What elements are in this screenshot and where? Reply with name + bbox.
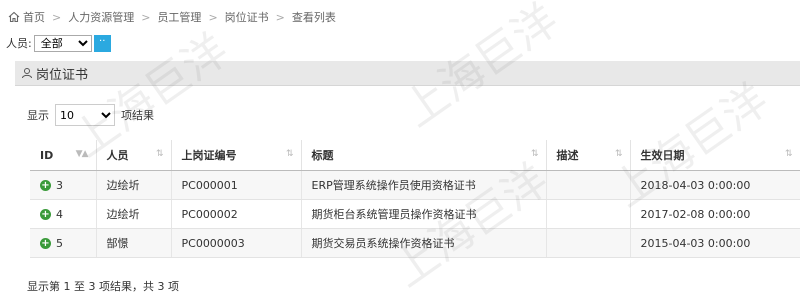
cell-desc xyxy=(546,199,631,229)
cell-person: 郜憬 xyxy=(96,228,172,258)
breadcrumb-separator: > xyxy=(141,10,151,24)
breadcrumb-hr[interactable]: 人力资源管理 xyxy=(68,9,134,25)
cell-title: 期货交易员系统操作资格证书 xyxy=(301,228,547,258)
table-row[interactable]: +5 郜憬 PC0000003 期货交易员系统操作资格证书 2015-04-03… xyxy=(30,228,800,258)
breadcrumb-certificate[interactable]: 岗位证书 xyxy=(225,9,269,25)
person-filter: 人员: 全部 ·· xyxy=(6,34,111,52)
expand-row-icon[interactable]: + xyxy=(40,209,51,220)
cell-id: +3 xyxy=(30,170,97,200)
cell-date: 2018-04-03 0:00:00 xyxy=(630,170,800,200)
column-header-code[interactable]: 上岗证编号 ⇅ xyxy=(171,140,302,171)
sort-desc-icon: ▼▲ xyxy=(75,149,89,159)
column-header-person[interactable]: 人员 ⇅ xyxy=(96,140,172,171)
breadcrumb: 首页 > 人力资源管理 > 员工管理 > 岗位证书 > 查看列表 xyxy=(8,8,336,26)
cell-person: 边绘圻 xyxy=(96,170,172,200)
person-filter-select[interactable]: 全部 xyxy=(33,34,92,52)
breadcrumb-separator: > xyxy=(52,10,62,24)
cell-date: 2017-02-08 0:00:00 xyxy=(630,199,800,229)
filter-search-button[interactable]: ·· xyxy=(93,34,111,52)
cell-id: +4 xyxy=(30,199,97,229)
panel-title: 岗位证书 xyxy=(36,67,89,83)
cell-person: 边绘圻 xyxy=(96,199,172,229)
cell-code: PC000001 xyxy=(171,170,302,200)
sort-icon: ⇅ xyxy=(285,149,293,159)
cell-code: PC000002 xyxy=(171,199,302,229)
person-filter-label: 人员: xyxy=(6,37,32,50)
table-row[interactable]: +3 边绘圻 PC000001 ERP管理系统操作员使用资格证书 2018-04… xyxy=(30,170,800,200)
certificate-table: ID ▼▲ 人员 ⇅ 上岗证编号 ⇅ 标题 ⇅ 描述 ⇅ 生效日期 ⇅ +3 边绘圻 PC0… xyxy=(30,140,800,258)
column-header-title[interactable]: 标题 ⇅ xyxy=(301,140,547,171)
sort-icon: ⇅ xyxy=(530,149,538,159)
sort-icon: ⇅ xyxy=(155,149,163,159)
page-length-select[interactable]: 10 xyxy=(55,104,115,126)
cell-desc xyxy=(546,228,631,258)
cell-title: 期货柜台系统管理员操作资格证书 xyxy=(301,199,547,229)
cell-date: 2015-04-03 0:00:00 xyxy=(630,228,800,258)
sort-icon: ⇅ xyxy=(784,149,792,159)
cell-code: PC0000003 xyxy=(171,228,302,258)
breadcrumb-current: 查看列表 xyxy=(291,11,336,24)
expand-row-icon[interactable]: + xyxy=(40,180,51,191)
column-header-id[interactable]: ID ▼▲ xyxy=(30,140,97,171)
column-header-date[interactable]: 生效日期 ⇅ xyxy=(630,140,800,171)
sort-icon: ⇅ xyxy=(614,149,622,159)
cell-title: ERP管理系统操作员使用资格证书 xyxy=(301,170,547,200)
panel-header: 岗位证书 xyxy=(15,61,800,86)
expand-row-icon[interactable]: + xyxy=(40,238,51,249)
breadcrumb-employee[interactable]: 员工管理 xyxy=(157,9,201,25)
breadcrumb-separator: > xyxy=(275,10,285,24)
page-length-prefix: 显示 xyxy=(27,109,49,122)
table-info: 显示第 1 至 3 项结果，共 3 项 xyxy=(27,280,179,293)
cell-id: +5 xyxy=(30,228,97,258)
home-icon xyxy=(8,11,20,23)
user-icon xyxy=(22,68,32,79)
breadcrumb-home[interactable]: 首页 xyxy=(23,9,45,25)
column-header-desc[interactable]: 描述 ⇅ xyxy=(546,140,631,171)
page-length-control: 显示 10 项结果 xyxy=(27,104,154,126)
table-row[interactable]: +4 边绘圻 PC000002 期货柜台系统管理员操作资格证书 2017-02-… xyxy=(30,199,800,229)
page-length-suffix: 项结果 xyxy=(121,109,154,122)
cell-desc xyxy=(546,170,631,200)
table-header-row: ID ▼▲ 人员 ⇅ 上岗证编号 ⇅ 标题 ⇅ 描述 ⇅ 生效日期 ⇅ xyxy=(30,140,800,171)
breadcrumb-separator: > xyxy=(208,10,218,24)
